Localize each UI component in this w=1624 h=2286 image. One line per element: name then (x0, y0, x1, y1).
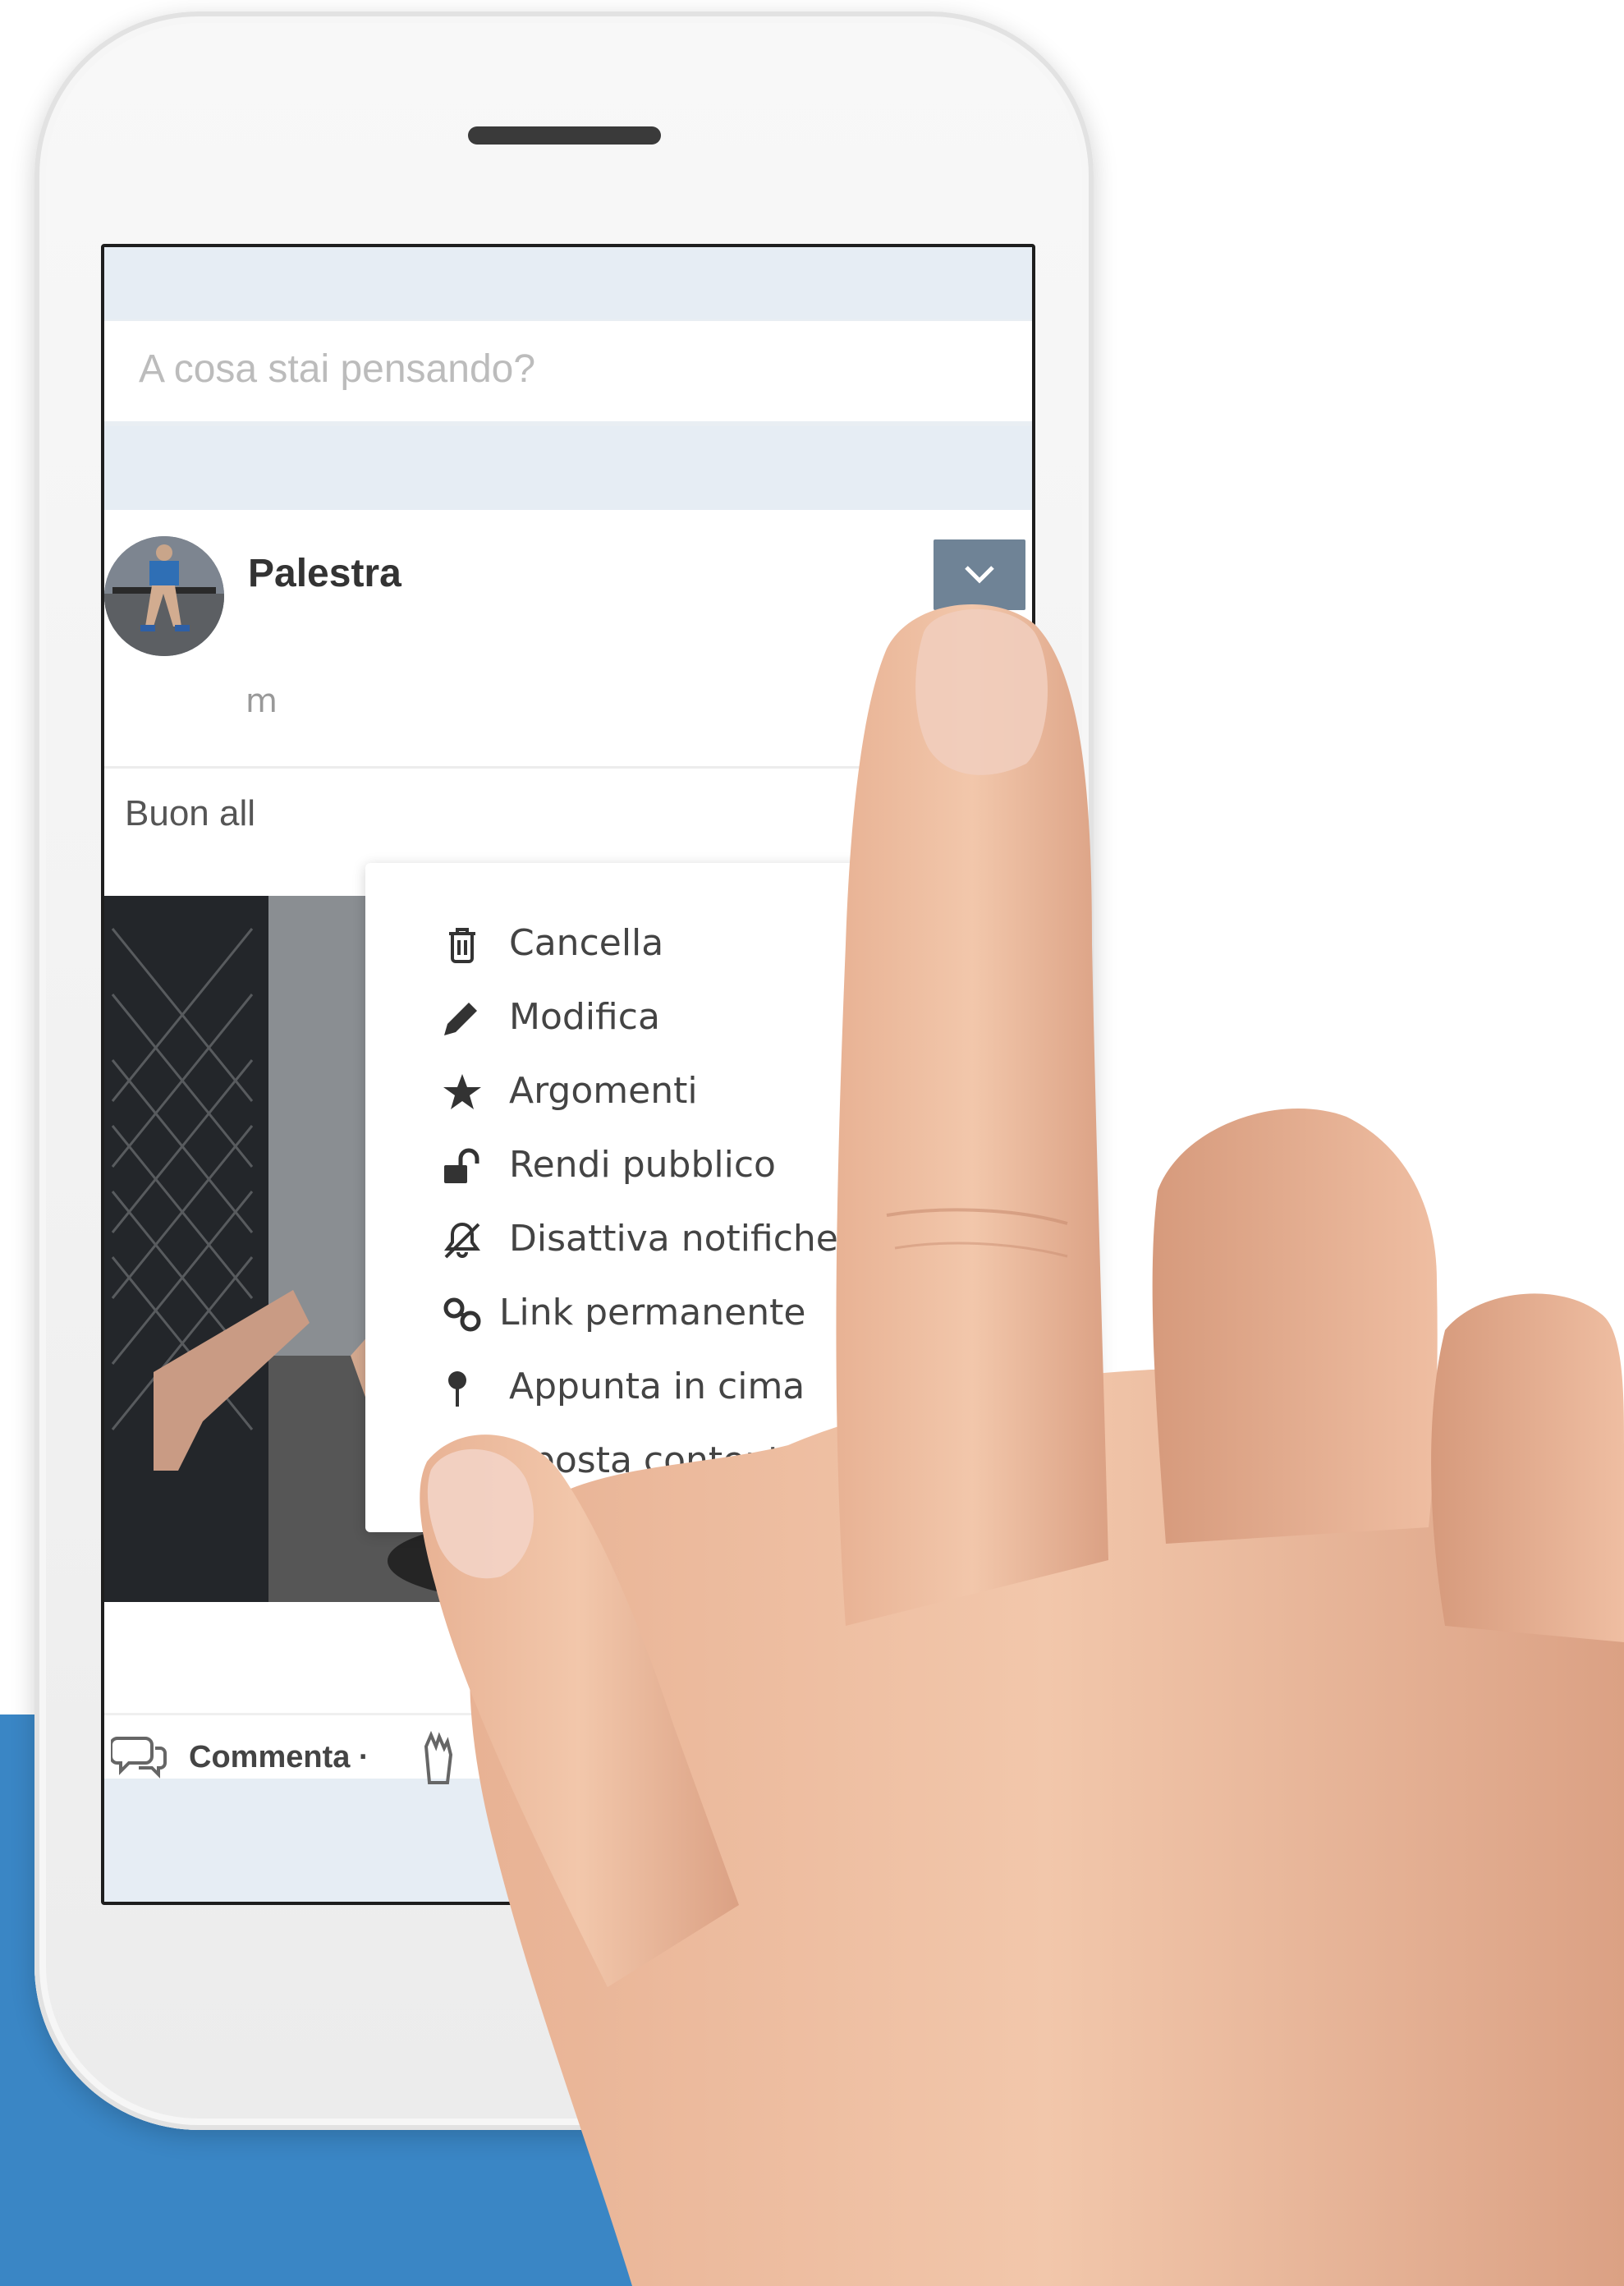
menu-item-label: Link permanente (499, 1292, 806, 1334)
phone-speaker (468, 126, 661, 145)
bell-slash-icon (444, 1222, 480, 1259)
menu-item-appunta-in-cima[interactable]: Appunta in cima (365, 1352, 973, 1426)
link-icon (443, 1297, 481, 1332)
trash-icon (449, 928, 475, 963)
menu-item-label: Disattiva notifiche (509, 1218, 838, 1260)
phone-screen: Palestra m Buon all (101, 244, 1035, 1905)
pin-icon (448, 1371, 466, 1407)
menu-item-sposta-contentuto[interactable]: Sposta contentuto (365, 1426, 973, 1500)
menu-item-label: Appunta in cima (509, 1366, 805, 1407)
menu-item-modifica[interactable]: Modifica (365, 983, 973, 1057)
menu-item-argomenti[interactable]: Argomenti (365, 1057, 973, 1131)
composer-input[interactable] (137, 339, 961, 398)
menu-item-label: Modifica (509, 996, 660, 1038)
comment-button[interactable]: Commenta · (189, 1740, 369, 1775)
menu-item-rendi-pubblico[interactable]: Rendi pubblico (365, 1131, 973, 1205)
menu-item-disattiva-notifiche[interactable]: Disattiva notifiche (365, 1205, 973, 1278)
post-meta-fragment: m (245, 682, 278, 720)
like-icon[interactable] (418, 1730, 459, 1788)
post-author[interactable]: Palestra (248, 551, 401, 596)
menu-item-label: Rendi pubblico (509, 1144, 776, 1186)
pencil-icon (444, 1003, 477, 1035)
post-divider (104, 766, 1032, 769)
post-options-button[interactable] (934, 539, 1025, 610)
post-text: Buon all (125, 793, 256, 833)
unlock-icon (444, 1148, 479, 1183)
arrows-horizontal-icon (443, 1457, 482, 1468)
chevron-down-icon (965, 566, 994, 584)
composer (104, 319, 1032, 426)
star-icon (443, 1074, 481, 1109)
avatar[interactable] (104, 536, 224, 656)
menu-item-label: Argomenti (509, 1070, 698, 1112)
menu-item-label: Cancella (509, 922, 664, 964)
menu-item-cancella[interactable]: Cancella (365, 909, 973, 983)
comments-icon (111, 1737, 167, 1779)
post-options-menu: Cancella Modifica Argomenti Rendi pubbli… (365, 863, 973, 1532)
post-actions: Commenta · (104, 1713, 1032, 1784)
menu-item-label: Sposta contentuto (509, 1439, 842, 1481)
menu-item-link-permanente[interactable]: Link permanente (365, 1278, 973, 1352)
